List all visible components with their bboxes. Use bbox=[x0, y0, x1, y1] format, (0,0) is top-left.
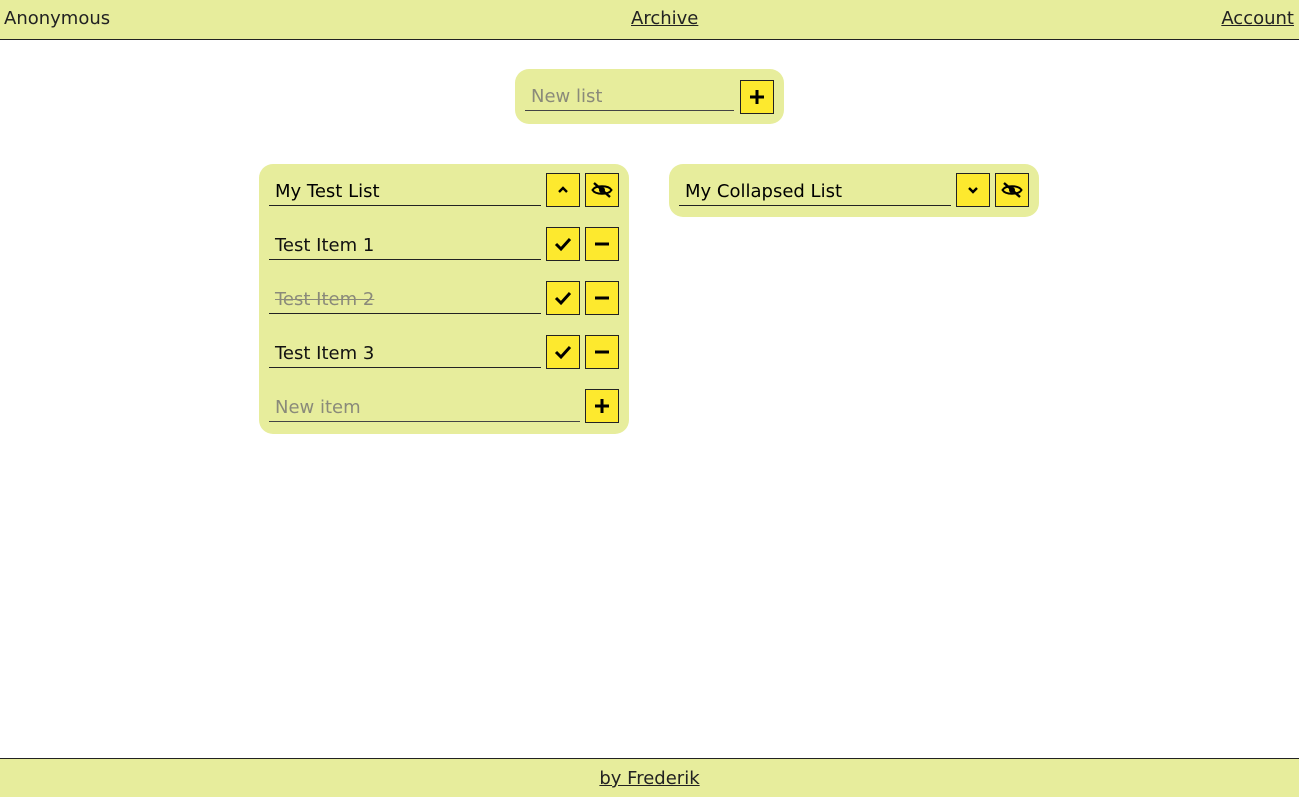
chevron-up-icon bbox=[558, 186, 568, 193]
list-title-input[interactable]: My Collapsed List bbox=[679, 178, 951, 206]
hide-list-button[interactable] bbox=[995, 173, 1029, 207]
check-item-button[interactable] bbox=[546, 281, 580, 315]
remove-item-button[interactable] bbox=[585, 335, 619, 369]
minus-icon bbox=[595, 350, 609, 354]
eye-off-icon bbox=[1001, 182, 1023, 198]
top-nav-bar: Anonymous Archive Account bbox=[0, 0, 1299, 40]
check-item-button[interactable] bbox=[546, 227, 580, 261]
remove-item-button[interactable] bbox=[585, 227, 619, 261]
archive-link[interactable]: Archive bbox=[631, 8, 698, 29]
plus-icon bbox=[595, 399, 609, 413]
list-item-input[interactable]: Test Item 1 bbox=[269, 232, 541, 260]
minus-icon bbox=[595, 296, 609, 300]
new-list-panel: New list bbox=[515, 69, 784, 124]
check-icon bbox=[554, 291, 572, 306]
add-item-button[interactable] bbox=[585, 389, 619, 423]
collapse-list-button[interactable] bbox=[546, 173, 580, 207]
check-icon bbox=[554, 345, 572, 360]
account-link[interactable]: Account bbox=[1221, 8, 1294, 29]
list-card-test: My Test List Test Item 1 Test Item 2 Tes… bbox=[259, 164, 629, 434]
user-name: Anonymous bbox=[4, 8, 111, 29]
remove-item-button[interactable] bbox=[585, 281, 619, 315]
plus-icon bbox=[750, 90, 764, 104]
chevron-down-icon bbox=[968, 187, 978, 194]
expand-list-button[interactable] bbox=[956, 173, 990, 207]
add-list-button[interactable] bbox=[740, 80, 774, 114]
new-item-input[interactable]: New item bbox=[269, 394, 580, 422]
list-item-input[interactable]: Test Item 2 bbox=[269, 286, 541, 314]
list-card-collapsed: My Collapsed List bbox=[669, 164, 1039, 217]
hide-list-button[interactable] bbox=[585, 173, 619, 207]
eye-off-icon bbox=[591, 182, 613, 198]
list-title-input[interactable]: My Test List bbox=[269, 178, 541, 206]
new-list-input[interactable]: New list bbox=[525, 83, 734, 111]
list-item-input[interactable]: Test Item 3 bbox=[269, 340, 541, 368]
check-item-button[interactable] bbox=[546, 335, 580, 369]
check-icon bbox=[554, 237, 572, 252]
footer-bar: by Frederik bbox=[0, 758, 1299, 797]
minus-icon bbox=[595, 242, 609, 246]
author-link[interactable]: by Frederik bbox=[0, 768, 1299, 789]
